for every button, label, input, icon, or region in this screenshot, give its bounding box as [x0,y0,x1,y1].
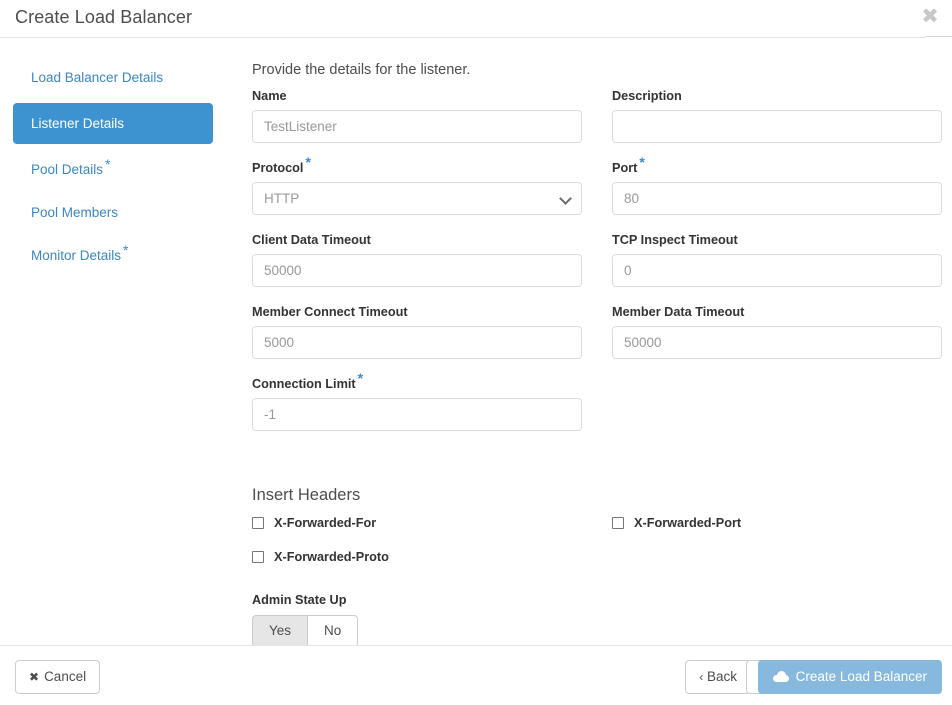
description-label: Description [612,89,682,103]
required-marker: * [639,153,645,170]
sidebar-item-label: Pool Members [31,205,119,220]
protocol-select[interactable]: HTTP [252,182,582,215]
admin-state-up-label: Admin State Up [252,593,347,607]
checkbox-box-icon[interactable] [252,517,264,529]
listener-details-form: Provide the details for the listener. Na… [252,38,942,647]
sidebar-item-listener-details[interactable]: Listener Details [13,103,213,144]
name-label: Name [252,89,287,103]
sidebar-item-label: Monitor Details [31,248,122,263]
required-marker: * [123,241,129,258]
field-connection-limit: Connection Limit * [252,369,582,431]
field-name: Name [252,88,582,143]
field-member-data-timeout: Member Data Timeout [612,304,942,359]
port-input[interactable] [612,182,942,215]
name-input[interactable] [252,110,582,143]
member-connect-timeout-label: Member Connect Timeout [252,305,408,319]
sidebar-item-label: Load Balancer Details [31,70,164,85]
checkbox-box-icon[interactable] [252,551,264,563]
required-marker: * [105,155,111,172]
checkbox-x-forwarded-proto[interactable]: X-Forwarded-Proto [252,550,389,564]
cancel-button[interactable]: ✖ Cancel [15,660,101,694]
create-load-balancer-modal: Create Load Balancer ✖ ? Load Balancer D… [0,0,952,705]
field-client-data-timeout: Client Data Timeout [252,232,582,287]
cancel-button-label: Cancel [44,669,87,684]
field-description: Description [612,88,942,143]
connection-limit-label: Connection Limit * [252,369,364,391]
insert-headers-group: X-Forwarded-For X-Forwarded-Port X-Forwa… [252,516,942,584]
description-input[interactable] [612,110,942,143]
sidebar-item-monitor-details[interactable]: Monitor Details * [13,238,213,273]
checkbox-box-icon[interactable] [612,517,624,529]
form-column-right: Description Port* TCP Inspect Timeout Me… [612,88,942,376]
member-connect-timeout-input[interactable] [252,326,582,359]
wizard-sidebar: Load Balancer Details Listener Details P… [0,60,226,281]
checkbox-label: X-Forwarded-Port [634,516,742,530]
port-label: Port * [612,153,645,175]
checkbox-x-forwarded-for[interactable]: X-Forwarded-For [252,516,376,530]
chevron-left-icon: ‹ [699,670,704,684]
modal-footer: ✖Cancel ‹ Back Next › Create Load Balanc… [0,645,952,705]
required-marker: * [305,153,311,170]
page-title: Create Load Balancer [15,7,193,27]
connection-limit-input[interactable] [252,398,582,431]
admin-state-up-group: Admin State Up Yes No [252,593,359,647]
close-icon[interactable]: ✖ [918,4,942,28]
create-button-label: Create Load Balancer [795,669,927,684]
client-data-timeout-input[interactable] [252,254,582,287]
insert-headers-title: Insert Headers [252,486,361,504]
field-member-connect-timeout: Member Connect Timeout [252,304,582,359]
cloud-icon [772,671,789,682]
sidebar-item-label: Listener Details [31,116,125,131]
modal-body: Load Balancer Details Listener Details P… [0,38,952,647]
sidebar-item-pool-details[interactable]: Pool Details * [13,152,213,187]
member-data-timeout-label: Member Data Timeout [612,305,745,319]
back-button[interactable]: ‹ Back [685,660,751,694]
client-data-timeout-label: Client Data Timeout [252,233,371,247]
back-button-label: Back [706,669,737,684]
modal-header: Create Load Balancer ✖ [0,0,952,38]
checkbox-label: X-Forwarded-For [274,516,377,530]
sidebar-item-label: Pool Details [31,162,104,177]
protocol-label: Protocol * [252,153,311,175]
sidebar-item-pool-members[interactable]: Pool Members [13,195,213,230]
tcp-inspect-timeout-label: TCP Inspect Timeout [612,233,738,247]
checkbox-row: X-Forwarded-For X-Forwarded-Port [252,516,942,550]
admin-state-yes-button[interactable]: Yes [252,615,309,647]
close-icon: ✖ [29,670,40,684]
form-intro-text: Provide the details for the listener. [252,62,471,78]
checkbox-row: X-Forwarded-Proto [252,550,942,584]
required-marker: * [357,369,364,386]
tcp-inspect-timeout-input[interactable] [612,254,942,287]
admin-state-no-button[interactable]: No [308,615,359,647]
create-load-balancer-button[interactable]: Create Load Balancer [757,660,942,694]
sidebar-item-load-balancer-details[interactable]: Load Balancer Details [13,60,213,95]
field-protocol: Protocol * HTTP [252,153,582,215]
field-port: Port * [612,153,942,215]
member-data-timeout-input[interactable] [612,326,942,359]
field-tcp-inspect-timeout: TCP Inspect Timeout [612,232,942,287]
admin-state-toggle: Yes No [252,615,359,647]
checkbox-x-forwarded-port[interactable]: X-Forwarded-Port [612,516,741,530]
checkbox-label: X-Forwarded-Proto [274,550,389,564]
form-column-left: Name Protocol* HTTP Client Dat [252,88,582,448]
